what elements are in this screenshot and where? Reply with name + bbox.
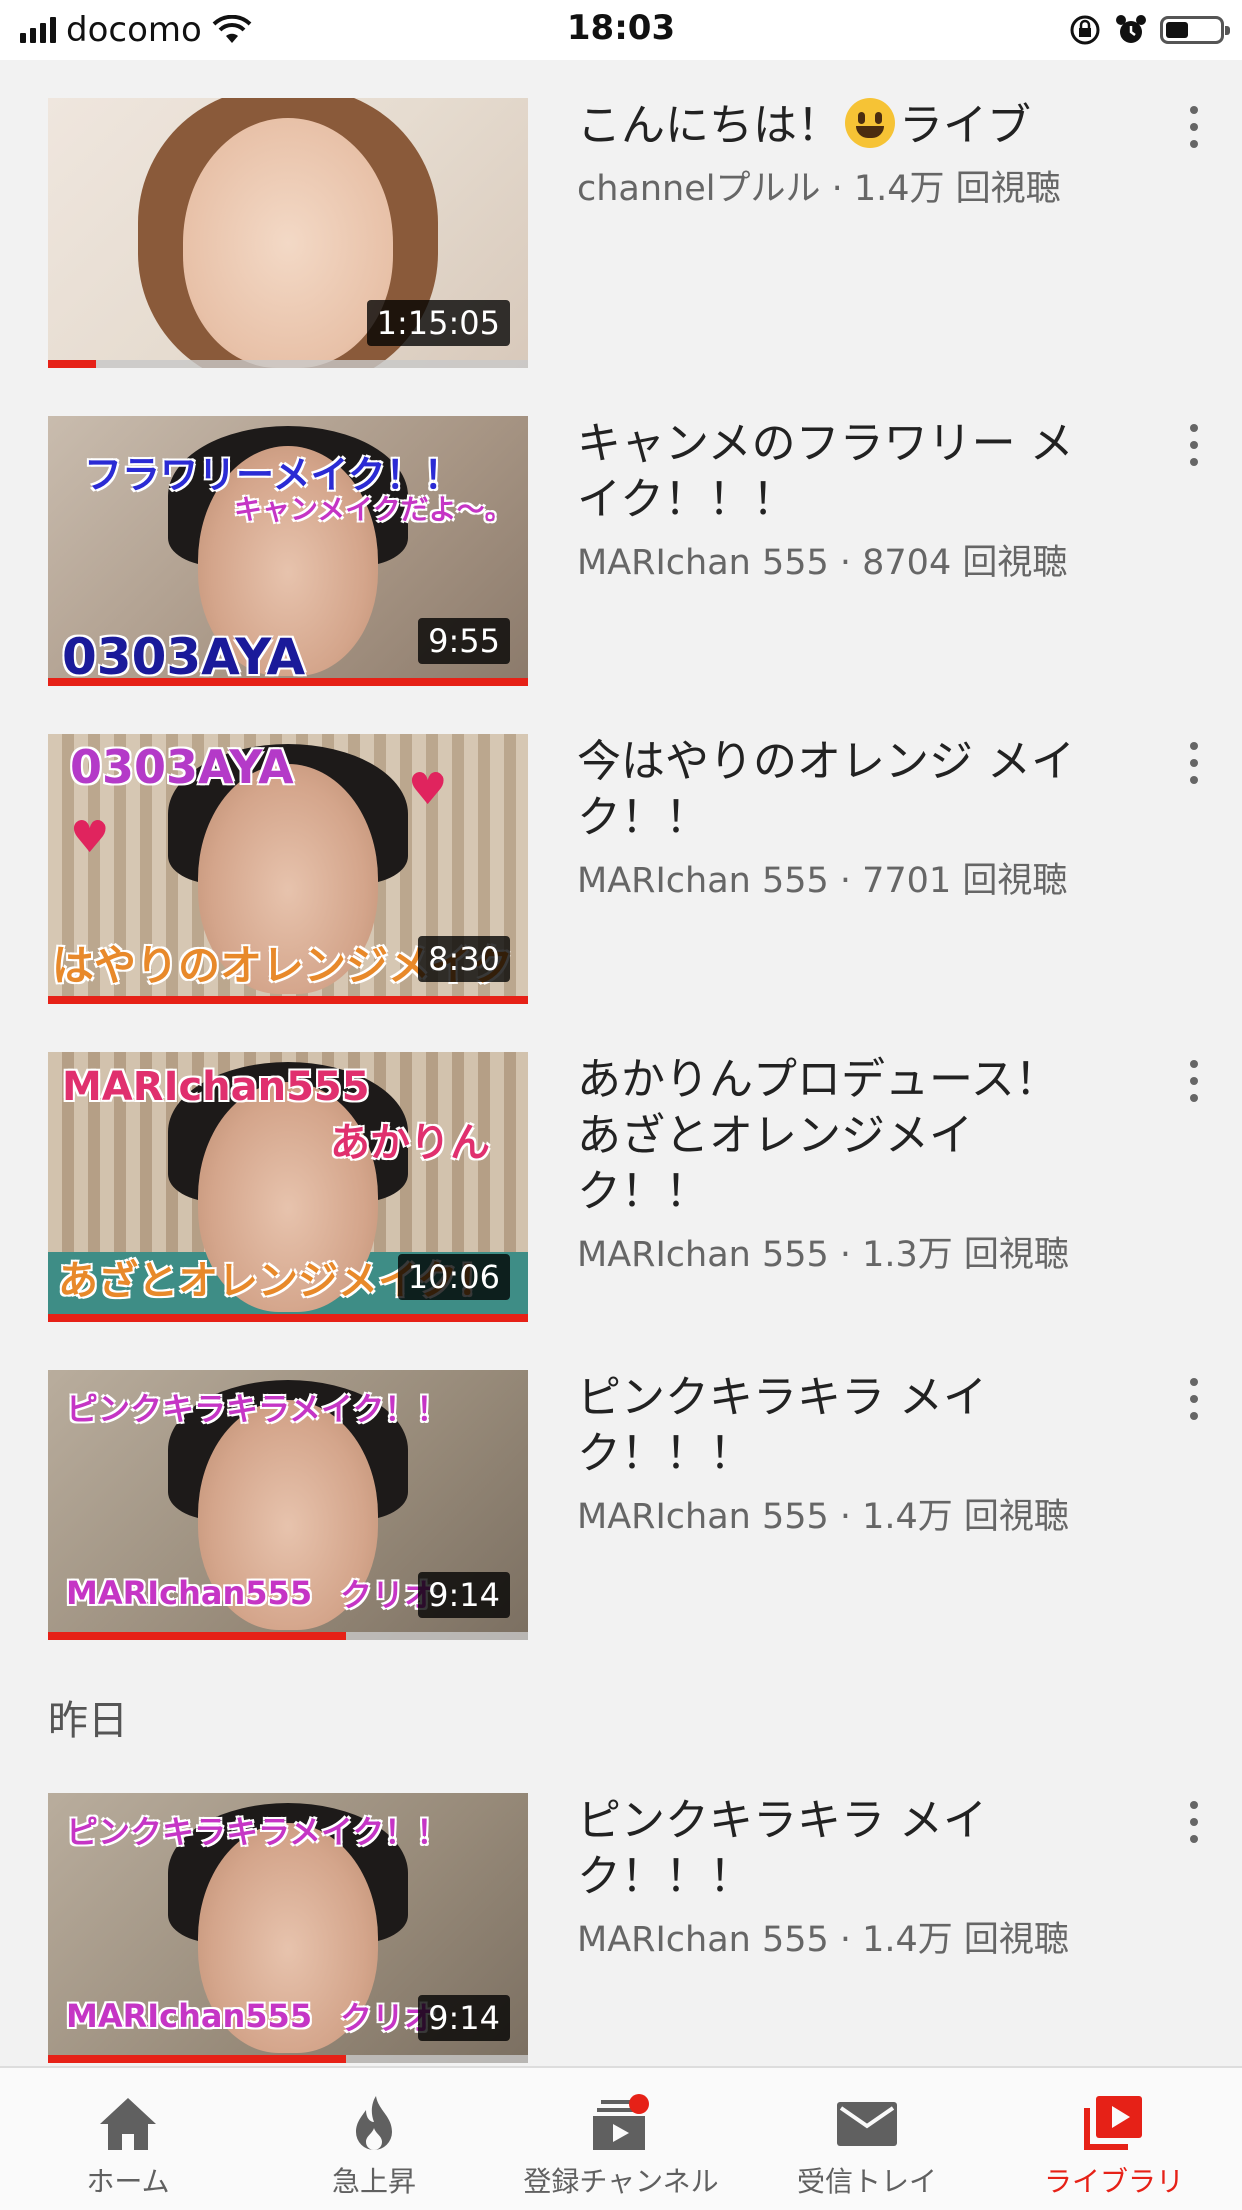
home-icon <box>100 2098 156 2150</box>
rotation-lock-icon <box>1070 15 1100 45</box>
duration-badge: 10:06 <box>397 1254 510 1300</box>
duration-badge: 9:14 <box>418 1995 510 2041</box>
video-meta: channelプルル · 1.4万 回視聴 <box>577 169 1061 209</box>
video-thumbnail[interactable]: MARIchan555 あかりん あざとオレンジメイク！ 10:06 <box>48 1052 528 1322</box>
duration-badge: 9:55 <box>418 618 510 664</box>
video-thumbnail[interactable]: 0303AYA はやりのオレンジメイク ♥ ♥ 8:30 <box>48 734 528 1004</box>
duration-badge: 1:15:05 <box>366 300 510 346</box>
flame-icon <box>356 2096 392 2150</box>
watch-progress <box>48 678 528 686</box>
thumbnail-caption: ピンクキラキラメイク！！ <box>66 1390 449 1428</box>
status-right <box>1068 10 1230 50</box>
video-title[interactable]: あかりんプロデュース！ あざとオレンジメイ ク！！ <box>577 1052 1097 1220</box>
video-meta: MARIchan 555 · 1.3万 回視聴 <box>577 1235 1069 1275</box>
video-title[interactable]: ピンクキラキラ メイク！！！ <box>577 1793 1097 1905</box>
video-meta: MARIchan 555 · 7701 回視聴 <box>577 861 1068 901</box>
watch-progress <box>48 1632 346 1640</box>
video-meta: MARIchan 555 · 8704 回視聴 <box>577 543 1068 583</box>
library-icon <box>1084 2096 1142 2150</box>
alarm-icon <box>1116 15 1146 43</box>
tab-library[interactable]: ライブラリ <box>990 2068 1238 2210</box>
more-options-icon[interactable] <box>1182 1378 1206 1428</box>
thumbnail-caption: 0303AYA <box>70 740 294 794</box>
tab-label: 登録チャンネル <box>523 2165 719 2198</box>
tab-subscriptions[interactable]: 登録チャンネル <box>497 2068 745 2210</box>
duration-badge: 8:30 <box>418 936 510 982</box>
video-item[interactable]: 0303AYA はやりのオレンジメイク ♥ ♥ 8:30 今はやりのオレンジ メ… <box>0 734 1242 1004</box>
thumbnail-caption: キャンメイクだよ〜。 <box>234 493 513 526</box>
thumbnail-caption: MARIchan555 <box>62 1064 370 1110</box>
video-item[interactable]: フラワリーメイク！！ キャンメイクだよ〜。 0303AYA 9:55 キャンメの… <box>0 416 1242 686</box>
more-options-icon[interactable] <box>1182 106 1206 156</box>
video-thumbnail[interactable]: フラワリーメイク！！ キャンメイクだよ〜。 0303AYA 9:55 <box>48 416 528 686</box>
thumbnail-caption: MARIchan555 <box>66 1997 313 2035</box>
watch-progress <box>48 2055 346 2063</box>
video-item[interactable]: 1:15:05 こんにちは！ ライブ channelプルル · 1.4万 回視聴 <box>0 98 1242 368</box>
tab-label: ライブラリ <box>1043 2165 1184 2198</box>
video-title[interactable]: ピンクキラキラ メイク！！！ <box>577 1370 1097 1482</box>
section-header: 昨日 <box>48 1698 128 1744</box>
thumbnail-caption: MARIchan555 <box>66 1574 313 1612</box>
more-options-icon[interactable] <box>1182 742 1206 792</box>
tab-inbox[interactable]: 受信トレイ <box>743 2068 991 2210</box>
more-options-icon[interactable] <box>1182 424 1206 474</box>
more-options-icon[interactable] <box>1182 1060 1206 1110</box>
video-item[interactable]: ピンクキラキラメイク！！ MARIchan555 クリオ 9:14 ピンクキラキ… <box>0 1370 1242 1640</box>
heart-icon: ♥ <box>70 812 110 863</box>
subscriptions-icon <box>593 2094 649 2150</box>
video-thumbnail[interactable]: ピンクキラキラメイク！！ MARIchan555 クリオ 9:14 <box>48 1793 528 2063</box>
video-title[interactable]: 今はやりのオレンジ メイク！！ <box>577 734 1097 846</box>
inbox-icon <box>837 2102 897 2146</box>
bottom-tab-bar: ホーム 急上昇 登録チャンネル 受信トレイ ライブラリ <box>0 2066 1242 2210</box>
video-item[interactable]: ピンクキラキラメイク！！ MARIchan555 クリオ 9:14 ピンクキラキ… <box>0 1793 1242 2063</box>
tab-home[interactable]: ホーム <box>4 2068 252 2210</box>
clock: 18:03 <box>566 8 676 48</box>
tab-label: ホーム <box>86 2165 170 2198</box>
more-options-icon[interactable] <box>1182 1801 1206 1851</box>
video-title[interactable]: こんにちは！ ライブ <box>577 98 1097 154</box>
video-item[interactable]: MARIchan555 あかりん あざとオレンジメイク！ 10:06 あかりんプ… <box>0 1052 1242 1322</box>
thumbnail-caption: ピンクキラキラメイク！！ <box>66 1813 449 1851</box>
video-thumbnail[interactable]: 1:15:05 <box>48 98 528 368</box>
video-meta: MARIchan 555 · 1.4万 回視聴 <box>577 1920 1069 1960</box>
tab-label: 受信トレイ <box>796 2165 937 2198</box>
watch-progress <box>48 1314 528 1322</box>
duration-badge: 9:14 <box>418 1572 510 1618</box>
battery-icon <box>1160 16 1230 44</box>
watch-progress <box>48 996 528 1004</box>
status-bar: docomo 18:03 <box>0 0 1242 60</box>
heart-icon: ♥ <box>408 764 448 815</box>
smiley-icon <box>845 98 895 148</box>
tab-label: 急上昇 <box>331 2165 416 2198</box>
tab-trending[interactable]: 急上昇 <box>250 2068 498 2210</box>
watch-progress <box>48 360 96 368</box>
video-title[interactable]: キャンメのフラワリー メイク！！！ <box>577 416 1097 528</box>
video-thumbnail[interactable]: ピンクキラキラメイク！！ MARIchan555 クリオ 9:14 <box>48 1370 528 1640</box>
video-meta: MARIchan 555 · 1.4万 回視聴 <box>577 1497 1069 1537</box>
thumbnail-caption: あかりん <box>330 1120 490 1166</box>
